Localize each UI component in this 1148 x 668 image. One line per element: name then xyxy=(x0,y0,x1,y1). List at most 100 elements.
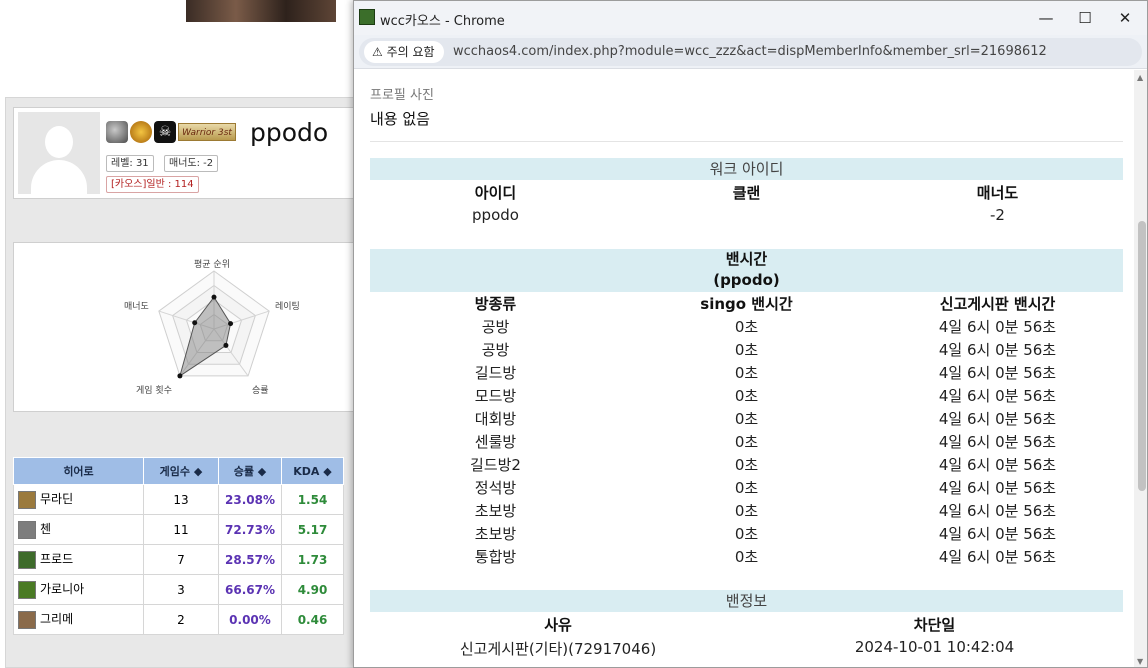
address-bar: ⚠ 주의 요함 wcchaos4.com/index.php?module=wc… xyxy=(354,35,1147,69)
games-cell: 13 xyxy=(143,484,219,515)
ban-board-time: 4일 6시 0분 56초 xyxy=(938,479,1057,497)
kda-cell: 4.90 xyxy=(281,574,344,605)
kda-cell: 1.54 xyxy=(281,484,344,515)
avatar-head-shape xyxy=(45,126,73,158)
ban-col-board: 신고게시판 밴시간 xyxy=(939,295,1056,313)
ban-singo-time: 0초 xyxy=(734,318,759,336)
wc-id-value: ppodo xyxy=(472,206,519,224)
radar-point xyxy=(228,321,234,327)
kda-cell: 5.17 xyxy=(281,514,344,545)
winrate-cell: 72.73% xyxy=(218,514,282,545)
winrate-cell: 28.57% xyxy=(218,544,282,575)
ban-room-type: 대회방 xyxy=(474,410,517,428)
radar-label-rating: 레이팅 xyxy=(275,302,300,312)
ban-info-reason: 신고게시판(기타)(72917046) xyxy=(459,640,657,658)
nickname: ppodo xyxy=(250,118,329,147)
wc-col-manner: 매너도 xyxy=(976,184,1019,202)
avatar-body-shape xyxy=(31,160,87,194)
radar-point xyxy=(211,294,217,300)
radar-point xyxy=(192,320,198,326)
chrome-popup-window: wcc카오스 - Chrome — ☐ ✕ ⚠ 주의 요함 wcchaos4.c… xyxy=(353,0,1148,668)
hero-cell[interactable]: 가로니아 xyxy=(13,574,144,605)
ban-info-header: 밴정보 xyxy=(370,590,1123,612)
wc-col-clan: 클랜 xyxy=(732,184,761,202)
radar-point xyxy=(177,373,183,379)
ban-board-time: 4일 6시 0분 56초 xyxy=(938,502,1057,520)
ban-info-date: 2024-10-01 10:42:04 xyxy=(854,638,1015,656)
ban-room-type: 길드방 xyxy=(474,364,517,382)
ban-room-type: 모드방 xyxy=(474,387,517,405)
ban-room-type: 길드방2 xyxy=(470,456,521,474)
table-row[interactable]: 가로니아 3 66.67% 4.90 xyxy=(13,574,344,605)
ban-room-type: 통합방 xyxy=(474,548,517,566)
radar-chart: 평균 순위 레이팅 승률 게임 횟수 매너도 xyxy=(13,242,363,412)
col-games[interactable]: 게임수 ◆ xyxy=(143,457,219,485)
ban-time-header: 밴시간 (ppodo) xyxy=(370,249,1123,292)
close-button[interactable]: ✕ xyxy=(1108,6,1142,30)
hero-name: 첸 xyxy=(40,522,52,537)
table-row[interactable]: 무라딘 13 23.08% 1.54 xyxy=(13,484,344,515)
ban-singo-time: 0초 xyxy=(734,387,759,405)
hero-portrait-icon xyxy=(18,580,36,599)
radar-point xyxy=(223,342,229,348)
ban-singo-time: 0초 xyxy=(734,548,759,566)
hero-name: 가로니아 xyxy=(40,582,85,597)
level-chip: 레벨: 31 xyxy=(106,155,154,172)
minimize-button[interactable]: — xyxy=(1029,6,1063,30)
col-kda[interactable]: KDA ◆ xyxy=(281,457,344,485)
scroll-up-icon[interactable]: ▲ xyxy=(1137,73,1143,82)
winrate-cell: 66.67% xyxy=(218,574,282,605)
member-info-content: 프로필 사진 내용 없음 워크 아이디 아이디 클랜 매너도 ppodo -2 … xyxy=(354,70,1134,667)
hero-name: 그리메 xyxy=(40,612,74,627)
hero-cell[interactable]: 무라딘 xyxy=(13,484,144,515)
ban-singo-time: 0초 xyxy=(734,341,759,359)
ban-room-type: 정석방 xyxy=(474,479,517,497)
url-text[interactable]: wcchaos4.com/index.php?module=wcc_zzz&ac… xyxy=(453,44,1047,59)
ban-board-time: 4일 6시 0분 56초 xyxy=(938,364,1057,382)
ban-room-type: 공방 xyxy=(481,318,510,336)
wc-id-header: 워크 아이디 xyxy=(370,158,1123,180)
hero-cell[interactable]: 프로드 xyxy=(13,544,144,575)
rank-chip: [카오스]일반 : 114 xyxy=(106,176,199,193)
window-title: wcc카오스 - Chrome xyxy=(380,14,505,29)
winrate-cell: 0.00% xyxy=(218,604,282,635)
table-row[interactable]: 첸 11 72.73% 5.17 xyxy=(13,514,344,545)
kda-cell: 1.73 xyxy=(281,544,344,575)
divider xyxy=(370,141,1123,142)
hero-table-body: 무라딘 13 23.08% 1.54 첸 11 72.73% 5.17 프로드 7 28.57% 1.… xyxy=(13,484,344,635)
scrollbar-thumb[interactable] xyxy=(1138,221,1146,491)
ban-singo-time: 0초 xyxy=(734,456,759,474)
maximize-button[interactable]: ☐ xyxy=(1068,6,1102,30)
table-row[interactable]: 프로드 7 28.57% 1.73 xyxy=(13,544,344,575)
warrior-badge: Warrior 3st xyxy=(178,123,236,141)
table-row[interactable]: 그리메 2 0.00% 0.46 xyxy=(13,604,344,635)
hero-table: 히어로 게임수 ◆ 승률 ◆ KDA ◆ 무라딘 13 23.08% 1.54 첸 11 7… xyxy=(13,457,344,635)
ban-info-col-reason: 사유 xyxy=(544,616,572,634)
skull-badge-icon: ☠ xyxy=(154,121,176,143)
ban-board-time: 4일 6시 0분 56초 xyxy=(938,456,1057,474)
winrate-cell: 23.08% xyxy=(218,484,282,515)
games-cell: 3 xyxy=(143,574,219,605)
security-warning-chip[interactable]: ⚠ 주의 요함 xyxy=(364,41,444,63)
ban-col-singo: singo 밴시간 xyxy=(700,295,793,313)
ban-board-time: 4일 6시 0분 56초 xyxy=(938,410,1057,428)
banner-image xyxy=(186,0,336,22)
ban-info-col-date: 차단일 xyxy=(913,616,956,634)
radar-label-avg-rank: 평균 순위 xyxy=(194,260,230,270)
ban-room-type: 센룰방 xyxy=(474,433,517,451)
col-hero[interactable]: 히어로 xyxy=(13,457,144,485)
radar-label-games: 게임 횟수 xyxy=(136,386,172,396)
games-cell: 7 xyxy=(143,544,219,575)
ban-singo-time: 0초 xyxy=(734,364,759,382)
ban-board-time: 4일 6시 0분 56초 xyxy=(938,525,1057,543)
hero-cell[interactable]: 첸 xyxy=(13,514,144,545)
url-field[interactable]: ⚠ 주의 요함 wcchaos4.com/index.php?module=wc… xyxy=(359,38,1142,66)
profile-card: ☠ Warrior 3st ppodo 레벨: 31 매너도: -2 [카오스]… xyxy=(13,107,363,199)
ban-singo-time: 0초 xyxy=(734,410,759,428)
hero-cell[interactable]: 그리메 xyxy=(13,604,144,635)
scroll-down-icon[interactable]: ▼ xyxy=(1137,657,1143,666)
ban-time-sub: (ppodo) xyxy=(713,271,780,289)
radar-label-manner: 매너도 xyxy=(124,302,149,312)
ban-board-time: 4일 6시 0분 56초 xyxy=(938,318,1057,336)
col-winrate[interactable]: 승률 ◆ xyxy=(218,457,282,485)
